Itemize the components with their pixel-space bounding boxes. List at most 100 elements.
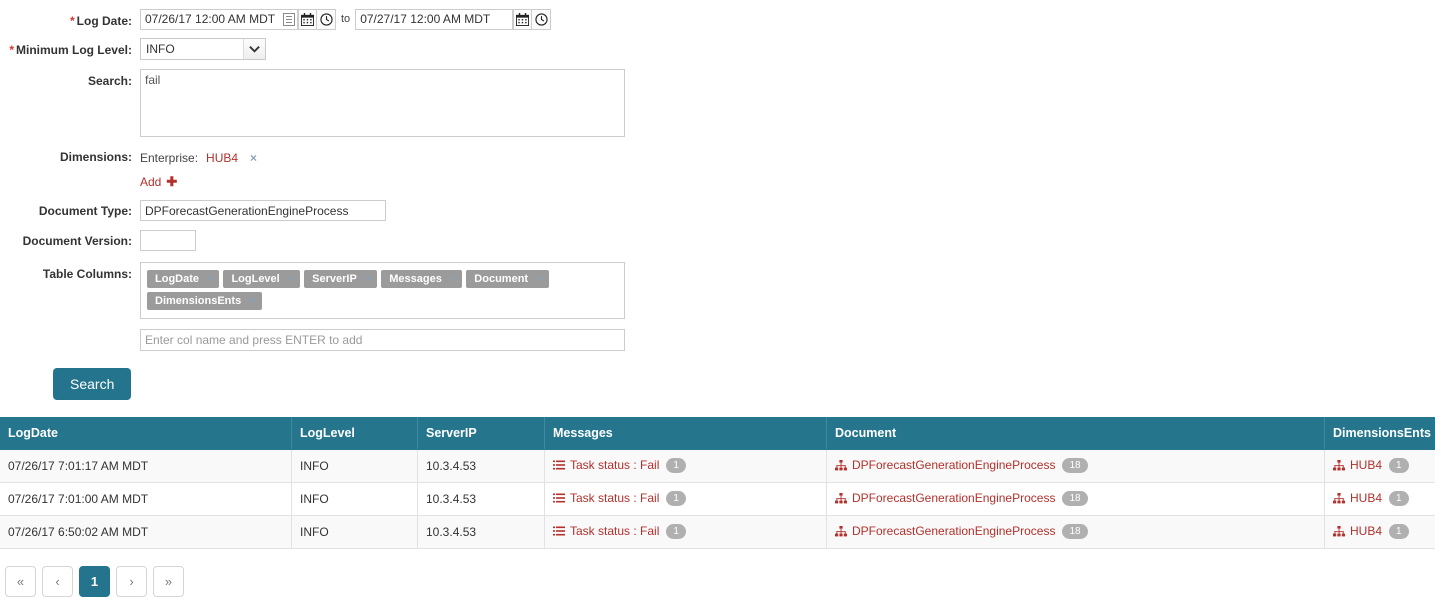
calendar-icon[interactable] xyxy=(298,9,317,30)
cell-dimensionsents: HUB4 1 xyxy=(1325,483,1435,516)
table-columns-label: Table Columns: xyxy=(0,262,140,281)
column-header-document[interactable]: Document xyxy=(827,417,1325,450)
add-column-input[interactable] xyxy=(140,329,625,351)
document-link[interactable]: DPForecastGenerationEngineProcess xyxy=(852,491,1055,505)
dimensions-link[interactable]: HUB4 xyxy=(1350,491,1382,505)
form-row-document-type: Document Type: xyxy=(0,190,1435,221)
add-dimension-button[interactable]: Add ✚ xyxy=(140,174,177,190)
calendar-icon[interactable] xyxy=(513,9,532,30)
cell-messages: Task status : Fail1 xyxy=(545,450,827,483)
pagination-first-button[interactable]: « xyxy=(5,566,36,597)
log-date-from-group xyxy=(140,9,298,30)
column-chip-label: DimensionsEnts xyxy=(155,295,241,307)
messages-count-badge: 1 xyxy=(666,524,686,539)
form-row-log-date: *Log Date: to xyxy=(0,0,1435,30)
chevron-down-icon[interactable] xyxy=(243,39,265,59)
remove-column-icon[interactable]: × xyxy=(207,273,213,285)
clock-icon[interactable] xyxy=(317,9,336,30)
spinner-icon[interactable] xyxy=(283,13,295,26)
column-chip[interactable]: ServerIP × xyxy=(304,270,377,288)
column-chip[interactable]: LogDate × xyxy=(147,270,219,288)
clock-icon[interactable] xyxy=(532,9,551,30)
sitemap-icon xyxy=(1333,460,1345,474)
results-table-container: LogDate LogLevel ServerIP Messages Docum… xyxy=(0,417,1435,549)
min-log-level-value: INFO xyxy=(146,42,175,56)
document-version-input[interactable] xyxy=(140,230,196,251)
form-row-document-version: Document Version: xyxy=(0,221,1435,251)
min-log-level-label: *Minimum Log Level: xyxy=(0,38,140,57)
log-date-from-input[interactable] xyxy=(141,10,283,29)
dimension-key: Enterprise: xyxy=(140,151,198,165)
log-date-label: *Log Date: xyxy=(0,9,140,28)
cell-dimensionsents: HUB41 xyxy=(1325,516,1435,549)
column-chip-label: ServerIP xyxy=(312,273,357,285)
table-row[interactable]: 07/26/17 6:50:02 AM MDT INFO 10.3.4.53 T… xyxy=(0,516,1435,549)
search-textarea[interactable] xyxy=(140,69,625,137)
list-icon xyxy=(553,493,565,507)
pagination: « ‹ 1 › » xyxy=(0,566,1435,597)
column-chip[interactable]: Document × xyxy=(466,270,548,288)
date-range-separator: to xyxy=(336,9,355,30)
cell-document: DPForecastGenerationEngineProcess 18 xyxy=(827,450,1325,483)
cell-loglevel: INFO xyxy=(292,516,418,549)
pagination-page-1-button[interactable]: 1 xyxy=(79,566,110,597)
cell-logdate: 07/26/17 7:01:17 AM MDT xyxy=(0,450,292,483)
cell-serverip: 10.3.4.53 xyxy=(418,516,545,549)
remove-column-icon[interactable]: × xyxy=(450,273,456,285)
required-asterisk: * xyxy=(9,43,14,57)
remove-column-icon[interactable]: × xyxy=(365,273,371,285)
messages-link[interactable]: Task status : Fail xyxy=(570,458,659,472)
column-header-serverip[interactable]: ServerIP xyxy=(418,417,545,450)
column-header-dimensionsents[interactable]: DimensionsEnts xyxy=(1325,417,1435,450)
cell-loglevel: INFO xyxy=(292,483,418,516)
results-table-head: LogDate LogLevel ServerIP Messages Docum… xyxy=(0,417,1435,450)
messages-link[interactable]: Task status : Fail xyxy=(570,524,659,538)
column-header-loglevel[interactable]: LogLevel xyxy=(292,417,418,450)
pagination-last-button[interactable]: » xyxy=(153,566,184,597)
cell-loglevel: INFO xyxy=(292,450,418,483)
dimensions-link[interactable]: HUB4 xyxy=(1350,524,1382,538)
column-header-logdate[interactable]: LogDate xyxy=(0,417,292,450)
add-dimension-label: Add xyxy=(140,175,161,189)
column-header-messages[interactable]: Messages xyxy=(545,417,827,450)
column-chip[interactable]: Messages × xyxy=(381,270,462,288)
remove-column-icon[interactable]: × xyxy=(249,295,255,307)
document-count-badge: 18 xyxy=(1062,458,1087,473)
column-chip-label: LogDate xyxy=(155,273,199,285)
document-link[interactable]: DPForecastGenerationEngineProcess xyxy=(852,524,1055,538)
submit-row: Search xyxy=(0,351,1435,400)
column-chip[interactable]: DimensionsEnts × xyxy=(147,292,262,310)
dimension-value[interactable]: HUB4 xyxy=(206,151,238,165)
messages-link[interactable]: Task status : Fail xyxy=(570,491,659,505)
results-table: LogDate LogLevel ServerIP Messages Docum… xyxy=(0,417,1435,549)
dimensions-label: Dimensions: xyxy=(0,150,140,164)
column-chip-label: Messages xyxy=(389,273,442,285)
column-chip[interactable]: LogLevel × xyxy=(223,270,300,288)
sitemap-icon xyxy=(835,460,847,474)
cell-serverip: 10.3.4.53 xyxy=(418,450,545,483)
cell-logdate: 07/26/17 6:50:02 AM MDT xyxy=(0,516,292,549)
remove-dimension-icon[interactable]: × xyxy=(250,151,257,165)
document-type-input[interactable] xyxy=(140,200,386,221)
table-row[interactable]: 07/26/17 7:01:00 AM MDT INFO 10.3.4.53 T… xyxy=(0,483,1435,516)
dimensions-count-badge: 1 xyxy=(1389,458,1409,473)
document-link[interactable]: DPForecastGenerationEngineProcess xyxy=(852,458,1055,472)
dimension-entry: Enterprise: HUB4 × xyxy=(140,150,1435,166)
pagination-next-button[interactable]: › xyxy=(116,566,147,597)
dimensions-count-badge: 1 xyxy=(1389,491,1409,506)
search-form: *Log Date: to xyxy=(0,0,1435,400)
form-row-dimensions: Dimensions: Enterprise: HUB4 × Add ✚ xyxy=(0,137,1435,190)
pagination-prev-button[interactable]: ‹ xyxy=(42,566,73,597)
cell-dimensionsents: HUB4 1 xyxy=(1325,450,1435,483)
log-date-to-input[interactable] xyxy=(356,10,512,29)
remove-column-icon[interactable]: × xyxy=(536,273,542,285)
table-row[interactable]: 07/26/17 7:01:17 AM MDT INFO 10.3.4.53 T… xyxy=(0,450,1435,483)
min-log-level-select[interactable]: INFO xyxy=(140,38,266,60)
remove-column-icon[interactable]: × xyxy=(288,273,294,285)
sitemap-icon xyxy=(835,493,847,507)
table-columns-chip-box[interactable]: LogDate × LogLevel × ServerIP × Messages… xyxy=(140,262,625,319)
dimensions-link[interactable]: HUB4 xyxy=(1350,458,1382,472)
search-button[interactable]: Search xyxy=(53,368,131,400)
column-chip-label: Document xyxy=(474,273,528,285)
sitemap-icon xyxy=(1333,526,1345,540)
